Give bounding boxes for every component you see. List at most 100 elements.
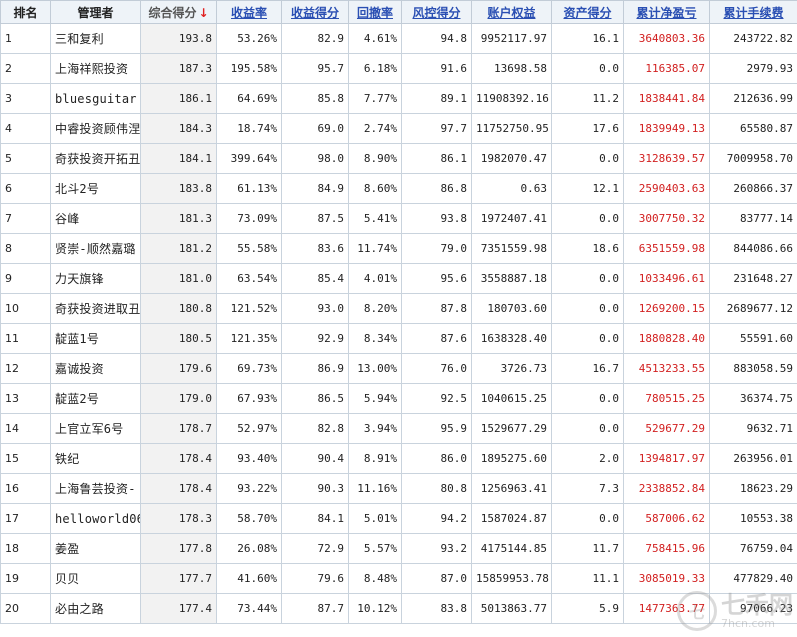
cell-score: 187.3 [140, 53, 217, 84]
cell-manager: 铁纪 [50, 443, 141, 474]
cell-rank: 12 [0, 353, 51, 384]
cell-return-score: 79.6 [281, 563, 349, 594]
table-row: 3 bluesguitar 186.1 64.69% 85.8 7.77% 89… [0, 83, 797, 114]
cell-manager: 上官立军6号 [50, 413, 141, 444]
cell-net-profit: 780515.25 [623, 383, 710, 414]
cell-return-rate: 73.44% [216, 593, 282, 624]
cell-fees: 243722.82 [709, 23, 797, 54]
cell-net-profit: 1477363.77 [623, 593, 710, 624]
cell-manager: 必由之路 [50, 593, 141, 624]
cell-return-score: 87.5 [281, 203, 349, 234]
cell-return-score: 84.1 [281, 503, 349, 534]
cell-score: 177.7 [140, 563, 217, 594]
cell-score: 179.0 [140, 383, 217, 414]
cell-asset-score: 16.7 [551, 353, 624, 384]
cell-fees: 260866.37 [709, 173, 797, 204]
cell-rank: 17 [0, 503, 51, 534]
cell-fees: 55591.60 [709, 323, 797, 354]
cell-fees: 65580.87 [709, 113, 797, 144]
cell-equity: 3558887.18 [471, 263, 552, 294]
cell-drawdown: 8.20% [348, 293, 402, 324]
col-header-net-profit[interactable]: 累计净盈亏 [623, 0, 710, 24]
cell-return-score: 82.8 [281, 413, 349, 444]
cell-equity: 1587024.87 [471, 503, 552, 534]
cell-equity: 1895275.60 [471, 443, 552, 474]
table-row: 15 铁纪 178.4 93.40% 90.4 8.91% 86.0 18952… [0, 443, 797, 474]
cell-equity: 5013863.77 [471, 593, 552, 624]
cell-drawdown: 2.74% [348, 113, 402, 144]
cell-risk-score: 83.8 [401, 593, 472, 624]
cell-return-score: 92.9 [281, 323, 349, 354]
cell-asset-score: 17.6 [551, 113, 624, 144]
col-header-fees[interactable]: 累计手续费 [709, 0, 797, 24]
cell-fees: 18623.29 [709, 473, 797, 504]
cell-equity: 13698.58 [471, 53, 552, 84]
col-header-risk-score[interactable]: 风控得分 [401, 0, 472, 24]
table-row: 10 奇获投资进取丑 180.8 121.52% 93.0 8.20% 87.8… [0, 293, 797, 324]
cell-equity: 3726.73 [471, 353, 552, 384]
cell-manager: bluesguitar [50, 83, 141, 114]
col-header-equity[interactable]: 账户权益 [471, 0, 552, 24]
cell-risk-score: 95.6 [401, 263, 472, 294]
table-row: 13 靛蓝2号 179.0 67.93% 86.5 5.94% 92.5 104… [0, 383, 797, 414]
cell-return-score: 90.3 [281, 473, 349, 504]
cell-drawdown: 11.16% [348, 473, 402, 504]
cell-score: 180.8 [140, 293, 217, 324]
col-header-asset-score[interactable]: 资产得分 [551, 0, 624, 24]
cell-manager: helloworld06 [50, 503, 141, 534]
cell-fees: 883058.59 [709, 353, 797, 384]
cell-fees: 231648.27 [709, 263, 797, 294]
cell-net-profit: 529677.29 [623, 413, 710, 444]
cell-manager: 贤崇-顺然嘉璐 [50, 233, 141, 264]
cell-equity: 0.63 [471, 173, 552, 204]
cell-net-profit: 1839949.13 [623, 113, 710, 144]
col-header-drawdown[interactable]: 回撤率 [348, 0, 402, 24]
table-row: 5 奇获投资开拓丑 184.1 399.64% 98.0 8.90% 86.1 … [0, 143, 797, 174]
cell-return-rate: 93.40% [216, 443, 282, 474]
cell-return-rate: 52.97% [216, 413, 282, 444]
cell-asset-score: 16.1 [551, 23, 624, 54]
cell-risk-score: 86.1 [401, 143, 472, 174]
cell-return-score: 83.6 [281, 233, 349, 264]
table-row: 20 必由之路 177.4 73.44% 87.7 10.12% 83.8 50… [0, 593, 797, 624]
cell-return-score: 87.7 [281, 593, 349, 624]
cell-asset-score: 0.0 [551, 323, 624, 354]
cell-equity: 1040615.25 [471, 383, 552, 414]
cell-rank: 2 [0, 53, 51, 84]
cell-risk-score: 93.8 [401, 203, 472, 234]
cell-asset-score: 0.0 [551, 383, 624, 414]
cell-asset-score: 12.1 [551, 173, 624, 204]
cell-manager: 上海祥熙投资 [50, 53, 141, 84]
col-header-score[interactable]: 综合得分 ↓ [140, 0, 217, 24]
cell-return-rate: 18.74% [216, 113, 282, 144]
cell-risk-score: 94.8 [401, 23, 472, 54]
cell-equity: 7351559.98 [471, 233, 552, 264]
cell-equity: 15859953.78 [471, 563, 552, 594]
cell-rank: 16 [0, 473, 51, 504]
cell-drawdown: 8.48% [348, 563, 402, 594]
cell-asset-score: 0.0 [551, 413, 624, 444]
table-row: 11 靛蓝1号 180.5 121.35% 92.9 8.34% 87.6 16… [0, 323, 797, 354]
cell-asset-score: 11.7 [551, 533, 624, 564]
cell-risk-score: 87.6 [401, 323, 472, 354]
cell-drawdown: 4.01% [348, 263, 402, 294]
col-header-return-score[interactable]: 收益得分 [281, 0, 349, 24]
cell-return-score: 86.5 [281, 383, 349, 414]
table-row: 14 上官立军6号 178.7 52.97% 82.8 3.94% 95.9 1… [0, 413, 797, 444]
cell-rank: 7 [0, 203, 51, 234]
cell-drawdown: 8.60% [348, 173, 402, 204]
cell-manager: 北斗2号 [50, 173, 141, 204]
cell-return-score: 86.9 [281, 353, 349, 384]
table-row: 1 三和复利 193.8 53.26% 82.9 4.61% 94.8 9952… [0, 23, 797, 54]
col-header-return-rate[interactable]: 收益率 [216, 0, 282, 24]
cell-rank: 4 [0, 113, 51, 144]
cell-manager: 靛蓝1号 [50, 323, 141, 354]
cell-rank: 11 [0, 323, 51, 354]
cell-fees: 2689677.12 [709, 293, 797, 324]
table-row: 9 力天旗锋 181.0 63.54% 85.4 4.01% 95.6 3558… [0, 263, 797, 294]
cell-fees: 263956.01 [709, 443, 797, 474]
cell-equity: 1529677.29 [471, 413, 552, 444]
table-row: 19 贝贝 177.7 41.60% 79.6 8.48% 87.0 15859… [0, 563, 797, 594]
cell-drawdown: 8.34% [348, 323, 402, 354]
cell-fees: 36374.75 [709, 383, 797, 414]
